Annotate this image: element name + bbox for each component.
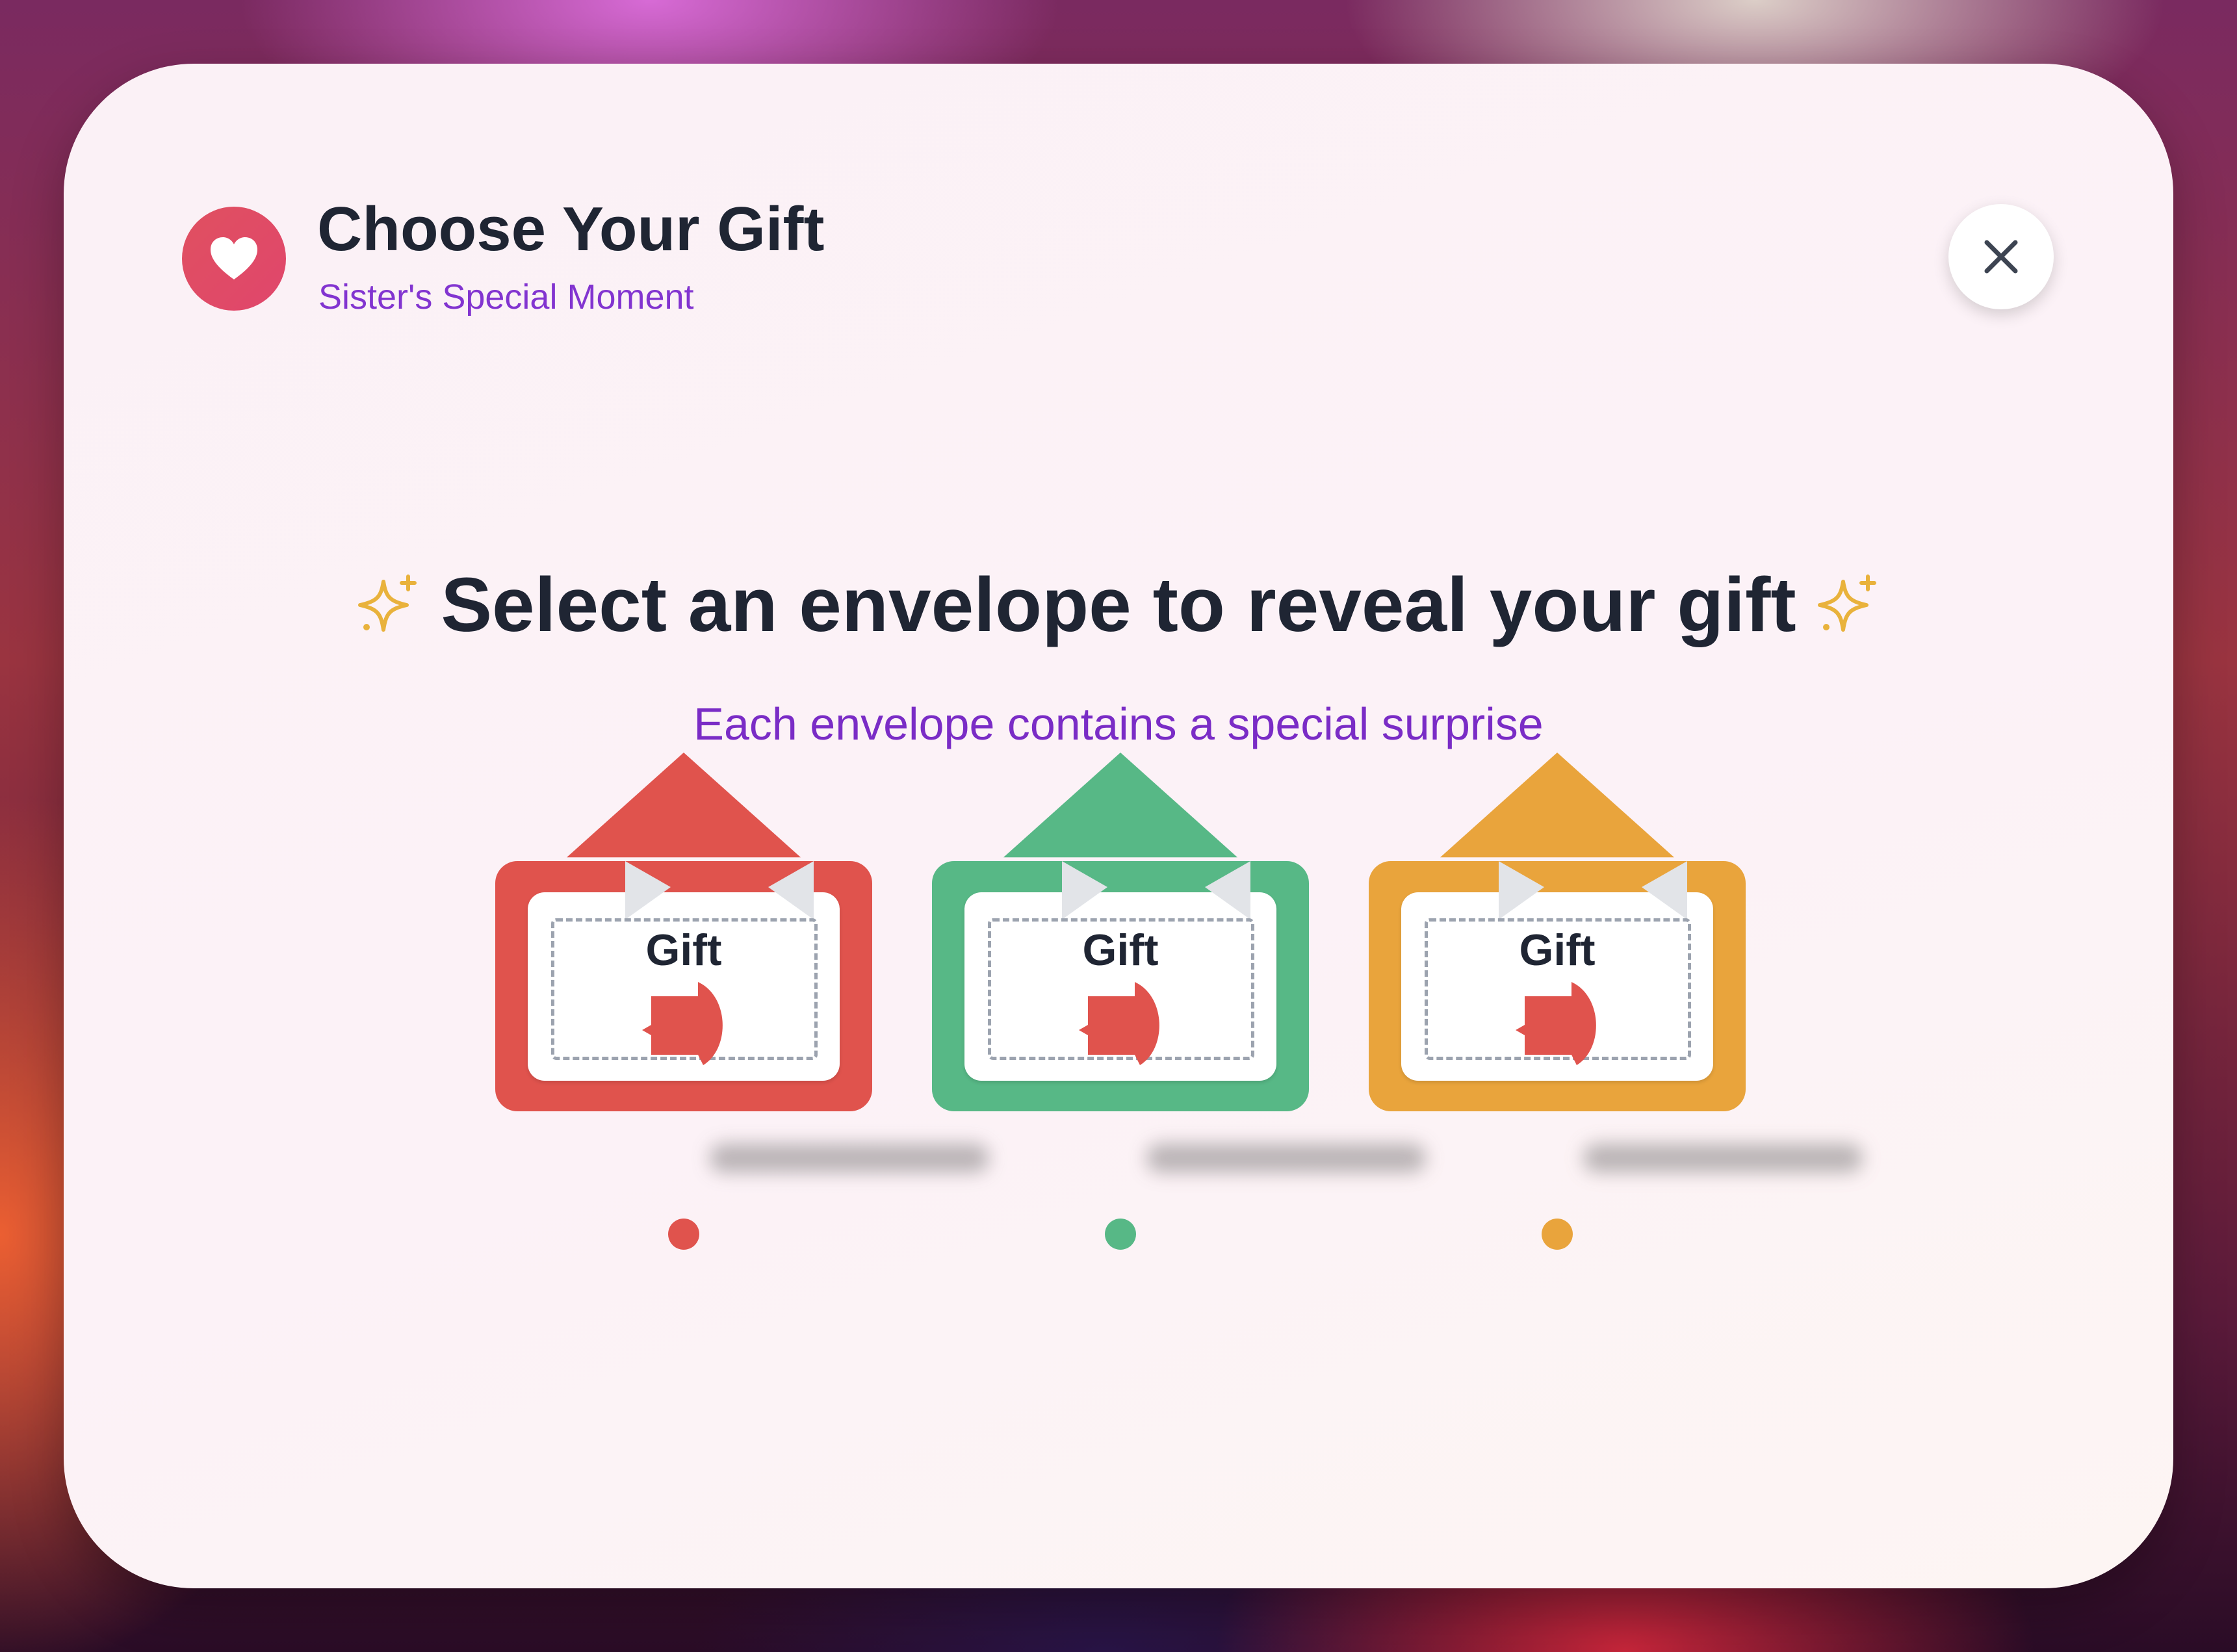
envelope-orange[interactable]: Gift <box>1369 753 1863 1172</box>
envelope-body: Gift <box>495 861 872 1111</box>
envelope-indicator-dot-green <box>1105 1219 1136 1250</box>
headline-text: Select an envelope to reveal your gift <box>441 562 1796 648</box>
ribbon-seal-icon <box>642 982 723 1065</box>
envelope-red[interactable]: Gift <box>495 753 989 1172</box>
envelope-indicator-dot-orange <box>1542 1219 1573 1250</box>
envelope-body: Gift <box>932 861 1309 1111</box>
sparkles-icon <box>358 574 417 632</box>
envelope-body: Gift <box>1369 861 1746 1111</box>
envelope-green[interactable]: Gift <box>932 753 1426 1172</box>
modal-subtitle: Sister's Special Moment <box>318 277 694 316</box>
close-button[interactable] <box>1948 204 2054 309</box>
ribbon-seal-icon <box>1079 982 1159 1065</box>
gift-card: Gift <box>1401 861 1713 1081</box>
ribbon-seal-icon <box>1516 982 1596 1065</box>
heart-icon <box>182 207 286 311</box>
headline-subtext: Each envelope contains a special surpris… <box>693 699 1544 749</box>
gift-modal: Choose Your Gift Sister's Special Moment… <box>64 64 2173 1588</box>
envelope-label: Gift <box>645 925 722 975</box>
bow-icon <box>1499 861 1687 920</box>
sparkles-icon <box>1817 574 1876 632</box>
gift-card: Gift <box>528 861 840 1081</box>
envelope-indicator-dot-red <box>668 1219 699 1250</box>
envelope-label: Gift <box>1082 925 1159 975</box>
bow-icon <box>1062 861 1250 920</box>
envelope-label: Gift <box>1519 925 1596 975</box>
bow-icon <box>625 861 814 920</box>
headline: Select an envelope to reveal your gift <box>64 561 2173 649</box>
modal-title: Choose Your Gift <box>317 194 825 264</box>
gift-card: Gift <box>964 861 1276 1081</box>
close-icon <box>1984 240 2018 274</box>
